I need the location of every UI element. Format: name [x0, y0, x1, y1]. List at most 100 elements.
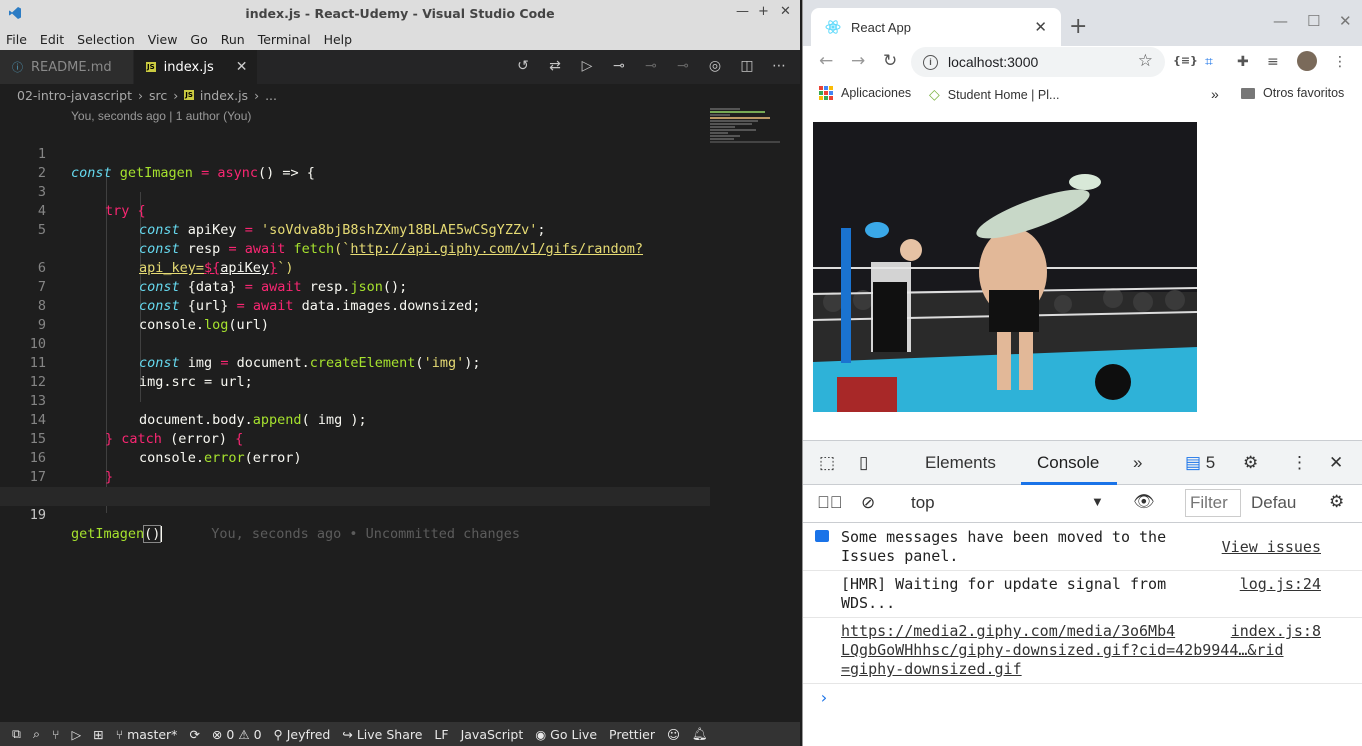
menu-terminal[interactable]: Terminal	[258, 32, 311, 47]
code-line: 10 const img = document.createElement('i…	[29, 336, 481, 371]
console-settings-gear-icon[interactable]: ⚙	[1329, 492, 1344, 512]
message-icon: ▤	[1185, 453, 1202, 472]
menu-selection[interactable]: Selection	[77, 32, 135, 47]
live-expression-eye-icon[interactable]: 👁︎	[1133, 492, 1155, 512]
new-tab-icon[interactable]: +	[1069, 14, 1087, 39]
more-bookmarks-icon[interactable]: »	[1211, 86, 1219, 102]
back-icon[interactable]: ←	[819, 51, 833, 71]
clear-console-icon[interactable]: ⊘	[861, 493, 875, 513]
compare-changes-icon[interactable]: ⇄	[546, 58, 564, 74]
run-icon[interactable]: ▷	[578, 58, 596, 74]
live-share-button[interactable]: ↪ Live Share	[342, 727, 422, 742]
close-devtools-icon[interactable]: ✕	[1329, 453, 1343, 473]
close-icon[interactable]: ✕	[780, 4, 791, 19]
extension-icon[interactable]: ⌗	[1205, 54, 1213, 70]
notifications-icon[interactable]: 🔔︎	[692, 726, 708, 742]
menu-file[interactable]: File	[6, 32, 27, 47]
prettier-status[interactable]: Prettier	[609, 727, 655, 742]
search-icon[interactable]: ⌕	[33, 726, 40, 742]
menu-run[interactable]: Run	[221, 32, 245, 47]
sidebar-toggle-icon[interactable]: ▹⃞	[817, 493, 843, 513]
source-link[interactable]: index.js:8	[1231, 622, 1321, 641]
go-live-button[interactable]: ◉ Go Live	[535, 727, 597, 742]
tab-readme[interactable]: ⓘ README.md	[0, 50, 134, 84]
history-icon[interactable]: ↺	[514, 58, 532, 74]
more-actions-icon[interactable]: ⋯	[770, 58, 788, 74]
breadcrumb-src[interactable]: src	[149, 88, 167, 103]
maximize-icon[interactable]: +	[758, 4, 769, 19]
breadcrumb-file[interactable]: index.js	[200, 88, 248, 103]
gitlens-icon[interactable]: ◎	[706, 58, 724, 74]
eol-status[interactable]: LF	[434, 727, 448, 742]
device-toolbar-icon[interactable]: ▯	[859, 453, 868, 473]
source-link[interactable]: log.js:24	[1240, 575, 1321, 594]
context-select[interactable]: top	[911, 493, 935, 513]
inspect-element-icon[interactable]: ⬚	[819, 453, 835, 473]
bookmark-star-icon[interactable]: ☆	[1138, 51, 1153, 71]
close-tab-icon[interactable]: ✕	[236, 59, 248, 75]
media-control-icon[interactable]: ≡	[1267, 54, 1279, 70]
bookmark-other-favorites[interactable]: Otros favoritos	[1241, 86, 1344, 100]
more-menu-icon[interactable]: ⋮	[1333, 54, 1347, 70]
menu-go[interactable]: Go	[190, 32, 207, 47]
info-icon: ⓘ	[12, 61, 23, 74]
menu-view[interactable]: View	[148, 32, 178, 47]
console-filter-input[interactable]	[1185, 489, 1241, 517]
bookmark-student-home[interactable]: ◇ Student Home | Pl...	[929, 86, 1059, 103]
split-editor-icon[interactable]: ◫	[738, 58, 756, 74]
issues-counter[interactable]: ▤ 5	[1185, 453, 1215, 473]
menu-help[interactable]: Help	[324, 32, 353, 47]
avatar[interactable]	[1297, 51, 1317, 71]
next-change-icon[interactable]: ⊸	[674, 58, 692, 74]
breadcrumb-folder[interactable]: 02-intro-javascript	[17, 88, 132, 103]
address-bar[interactable]: i localhost:3000 ☆	[911, 47, 1165, 77]
site-info-icon[interactable]: i	[923, 54, 938, 70]
previous-change-icon[interactable]: ⊸	[642, 58, 660, 74]
menu-edit[interactable]: Edit	[40, 32, 64, 47]
code-line: 5 const resp = await fetch(`http://api.g…	[37, 222, 644, 257]
source-control-icon[interactable]: ⑂	[52, 727, 60, 742]
minimize-icon[interactable]: —	[1273, 12, 1288, 30]
code-line: 6 const {data} = await resp.json();	[37, 260, 408, 295]
more-tabs-icon[interactable]: »	[1133, 453, 1142, 473]
feedback-icon[interactable]: ☺	[667, 727, 680, 742]
language-status[interactable]: JavaScript	[461, 727, 524, 742]
breadcrumb-symbol[interactable]: ...	[265, 88, 277, 103]
extensions-icon[interactable]: ⊞	[93, 727, 103, 742]
branch-status[interactable]: ⑂ master*	[116, 727, 178, 742]
json-viewer-extension-icon[interactable]: {≡}	[1173, 54, 1198, 67]
reload-icon[interactable]: ↻	[883, 51, 897, 71]
dropdown-arrow-icon[interactable]: ▼	[1091, 494, 1104, 509]
console-prompt[interactable]: ›	[803, 684, 1362, 714]
gif-url-link[interactable]: https://media2.giphy.com/media/3o6Mb4	[841, 622, 1175, 640]
code-line: 8 console.log(url)	[37, 298, 270, 333]
browser-tab[interactable]: React App ✕	[811, 8, 1061, 46]
live-share-icon: ↪	[342, 726, 353, 742]
view-issues-link[interactable]: View issues	[1222, 538, 1321, 557]
code-editor[interactable]: You, seconds ago | 1 author (You) 1 cons…	[0, 106, 800, 722]
log-levels-select[interactable]: Defau	[1251, 493, 1296, 513]
sync-icon[interactable]: ⟳	[189, 727, 199, 742]
remote-icon[interactable]: ⧉	[12, 726, 21, 742]
minimap[interactable]	[710, 108, 790, 148]
close-tab-icon[interactable]: ✕	[1034, 18, 1047, 36]
puzzle-extensions-icon[interactable]: ✚	[1237, 54, 1249, 70]
forward-icon[interactable]: →	[851, 51, 865, 71]
settings-gear-icon[interactable]: ⚙	[1243, 453, 1258, 473]
minimize-icon[interactable]: —	[736, 4, 749, 19]
tab-console[interactable]: Console	[1037, 453, 1099, 473]
code-line: 7 const {url} = await data.images.downsi…	[37, 279, 481, 314]
page-viewport	[803, 110, 1362, 440]
tab-elements[interactable]: Elements	[925, 453, 996, 473]
tab-index-js[interactable]: JS index.js ✕	[134, 50, 258, 84]
bookmark-apps[interactable]: Aplicaciones	[819, 86, 911, 100]
code-line: 11 img.src = url;	[29, 355, 253, 390]
run-debug-icon[interactable]: ▷	[71, 727, 81, 742]
git-commit-icon[interactable]: ⊸	[610, 58, 628, 74]
problems-status[interactable]: ⊗ 0 ⚠ 0	[212, 727, 262, 742]
close-window-icon[interactable]: ✕	[1339, 12, 1352, 30]
maximize-icon[interactable]: ☐	[1307, 12, 1320, 30]
more-options-icon[interactable]: ⋮	[1291, 453, 1308, 473]
author-status[interactable]: ⚲ Jeyfred	[274, 727, 331, 742]
codelens-blame[interactable]: You, seconds ago | 1 author (You)	[71, 109, 251, 123]
